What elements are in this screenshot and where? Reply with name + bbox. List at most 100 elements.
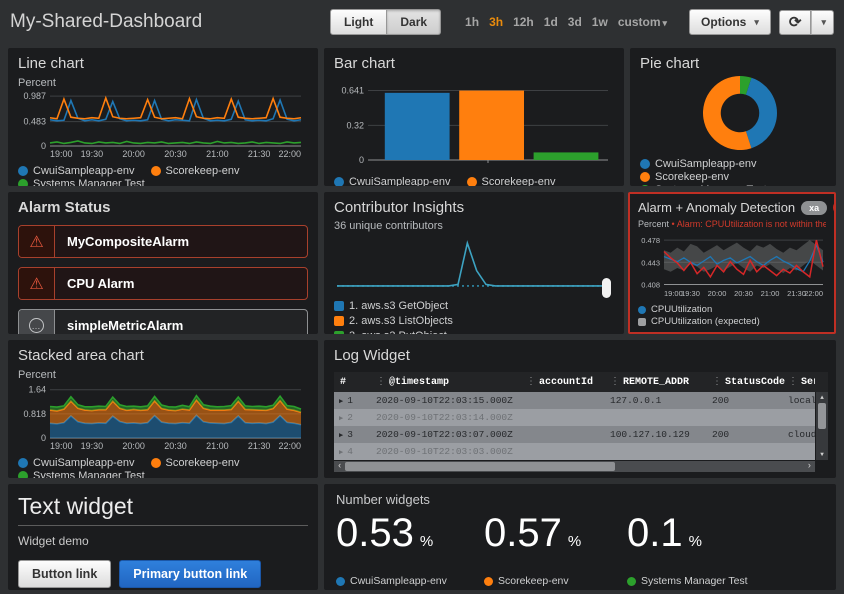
widget-title: Log Widget [334, 347, 826, 364]
number-column: 0.53% CwuiSampleapp-env [336, 511, 484, 587]
insufficient-data-icon: … [19, 310, 55, 334]
time-range-1d[interactable]: 1d [544, 15, 558, 29]
column-header-timestamp[interactable]: ⋮@timestamp [376, 376, 526, 388]
theme-dark-button[interactable]: Dark [387, 9, 441, 35]
log-table-header: # ⋮@timestamp ⋮accountId ⋮REMOTE_ADDR ⋮S… [334, 372, 828, 392]
time-range-12h[interactable]: 12h [513, 15, 534, 29]
legend-item[interactable]: Systems Manager Test [627, 575, 824, 587]
svg-text:0: 0 [41, 141, 46, 151]
metric-value: 0.53% [336, 511, 484, 556]
refresh-menu-button[interactable]: ▾ [811, 10, 834, 35]
svg-text:21:30: 21:30 [248, 149, 271, 159]
legend-item[interactable]: CwuiSampleapp-env [18, 457, 135, 469]
number-column: 0.57% Scorekeep-env [484, 511, 627, 587]
legend-item[interactable]: Scorekeep-env [151, 457, 240, 469]
time-range-1h[interactable]: 1h [465, 15, 479, 29]
legend-item[interactable]: 3. aws.s3 PutObject [334, 330, 614, 334]
pie-chart-widget: Pie chart CwuiSampleapp-env Scorekeep-en… [630, 48, 836, 186]
svg-text:19:30: 19:30 [81, 441, 104, 451]
primary-button-link[interactable]: Primary button link [119, 560, 261, 588]
alarm-row-simple-metric[interactable]: … simpleMetricAlarm [18, 309, 308, 334]
options-button[interactable]: Options ▾ [689, 9, 771, 35]
svg-text:21:00: 21:00 [206, 149, 229, 159]
svg-text:22:00: 22:00 [804, 289, 823, 298]
refresh-split-button: ⟳ ▾ [779, 10, 834, 35]
legend-item[interactable]: Scorekeep-env [640, 171, 729, 183]
legend-item[interactable]: CPUUtilization [638, 304, 712, 315]
column-header-remote-addr[interactable]: ⋮REMOTE_ADDR [610, 376, 712, 388]
series-color-dot [640, 172, 650, 182]
legend-item[interactable]: 1. aws.s3 GetObject [334, 300, 614, 312]
horizontal-scrollbar[interactable]: ‹ › [334, 461, 815, 472]
scroll-right-icon[interactable]: › [804, 462, 815, 471]
log-row[interactable]: ▶1 2020-09-10T22:03:15.000Z 127.0.0.1 20… [334, 392, 815, 409]
svg-text:20:00: 20:00 [708, 289, 727, 298]
anomaly-chart-canvas: 0.4780.4430.40819:0019:3020:0020:3021:00… [638, 232, 826, 298]
log-row[interactable]: ▶4 2020-09-10T22:03:03.000Z [334, 443, 815, 460]
expand-row-icon[interactable]: ▶ [339, 432, 343, 440]
alarm-row-cpu[interactable]: ⚠ CPU Alarm [18, 267, 308, 300]
legend-item[interactable]: CwuiSampleapp-env [18, 165, 135, 177]
legend-item[interactable]: CwuiSampleapp-env [334, 176, 451, 186]
alarm-message: Percent • Alarm: CPUUtilization is not w… [638, 219, 826, 229]
expand-row-icon[interactable]: ▶ [339, 449, 343, 457]
contributor-chart-canvas [334, 234, 610, 292]
svg-text:21:00: 21:00 [761, 289, 780, 298]
expand-row-icon[interactable]: ▶ [339, 398, 343, 406]
svg-text:21:00: 21:00 [206, 441, 229, 451]
time-range-3h[interactable]: 3h [489, 15, 503, 29]
legend-item[interactable]: Systems Manager Test [18, 178, 145, 186]
column-header-accountid[interactable]: ⋮accountId [526, 376, 610, 388]
widget-title: Pie chart [640, 55, 826, 72]
scroll-up-icon[interactable]: ▲ [820, 392, 824, 403]
alarm-row-composite[interactable]: ⚠ MyCompositeAlarm [18, 225, 308, 258]
column-menu-icon: ⋮ [712, 376, 722, 388]
time-range-1w[interactable]: 1w [592, 15, 608, 29]
chart-legend: CwuiSampleapp-env Scorekeep-env Systems … [18, 457, 308, 478]
legend-item[interactable]: CPUUtilization (expected) [638, 316, 760, 327]
scroll-left-icon[interactable]: ‹ [334, 462, 345, 471]
column-header-servername[interactable]: ⋮ServerName [788, 376, 815, 388]
widget-header: Alarm + Anomaly Detection xa ! [638, 200, 826, 215]
series-color-dot [18, 166, 28, 176]
button-link[interactable]: Button link [18, 560, 111, 588]
alarm-status-widget: Alarm Status ⚠ MyCompositeAlarm ⚠ CPU Al… [8, 192, 318, 334]
column-header-statuscode[interactable]: ⋮StatusCode [712, 376, 788, 388]
chart-legend: CwuiSampleapp-env Scorekeep-env Systems … [18, 165, 308, 186]
svg-text:20:30: 20:30 [164, 441, 187, 451]
theme-toggle: Light Dark [330, 9, 441, 35]
xa-badge: xa [801, 201, 827, 215]
legend-item[interactable]: Systems Manager Test [640, 184, 767, 186]
legend-item[interactable]: CwuiSampleapp-env [336, 575, 484, 587]
metric-value: 0.57% [484, 511, 627, 556]
legend-item[interactable]: Scorekeep-env [151, 165, 240, 177]
horizontal-scrollbar-thumb[interactable] [345, 462, 614, 471]
series-color-dot [334, 301, 344, 311]
time-range-custom[interactable]: custom▾ [618, 15, 667, 29]
legend-item[interactable]: CwuiSampleapp-env [640, 158, 757, 170]
log-row[interactable]: ▶2 2020-09-10T22:03:14.000Z [334, 409, 815, 426]
series-color-dot [640, 185, 650, 186]
legend-item[interactable]: Systems Manager Test [18, 470, 145, 478]
legend-item[interactable]: Scorekeep-env [484, 575, 627, 587]
svg-text:20:30: 20:30 [734, 289, 753, 298]
series-color-dot [334, 331, 344, 334]
scroll-down-icon[interactable]: ▼ [820, 449, 824, 460]
vertical-scrollbar-thumb[interactable] [818, 403, 826, 429]
legend-item[interactable]: 2. aws.s3 ListObjects [334, 315, 614, 327]
time-range-3d[interactable]: 3d [568, 15, 582, 29]
refresh-button[interactable]: ⟳ [779, 10, 812, 35]
theme-light-button[interactable]: Light [330, 9, 387, 35]
log-row[interactable]: ▶3 2020-09-10T22:03:07.000Z 100.127.10.1… [334, 426, 815, 443]
column-menu-icon: ⋮ [610, 376, 620, 388]
legend-item[interactable]: Scorekeep-env [467, 176, 556, 186]
widget-title: Number widgets [336, 492, 824, 507]
svg-text:22:00: 22:00 [278, 441, 301, 451]
stacked-area-widget: Stacked area chart Percent 1.640.818019:… [8, 340, 318, 478]
svg-text:21:30: 21:30 [248, 441, 271, 451]
legend-scrollbar-thumb[interactable] [602, 278, 611, 298]
vertical-scrollbar[interactable]: ▲ ▼ [816, 392, 828, 460]
column-header-number[interactable]: # [334, 377, 376, 388]
log-table: # ⋮@timestamp ⋮accountId ⋮REMOTE_ADDR ⋮S… [334, 372, 828, 472]
expand-row-icon[interactable]: ▶ [339, 415, 343, 423]
